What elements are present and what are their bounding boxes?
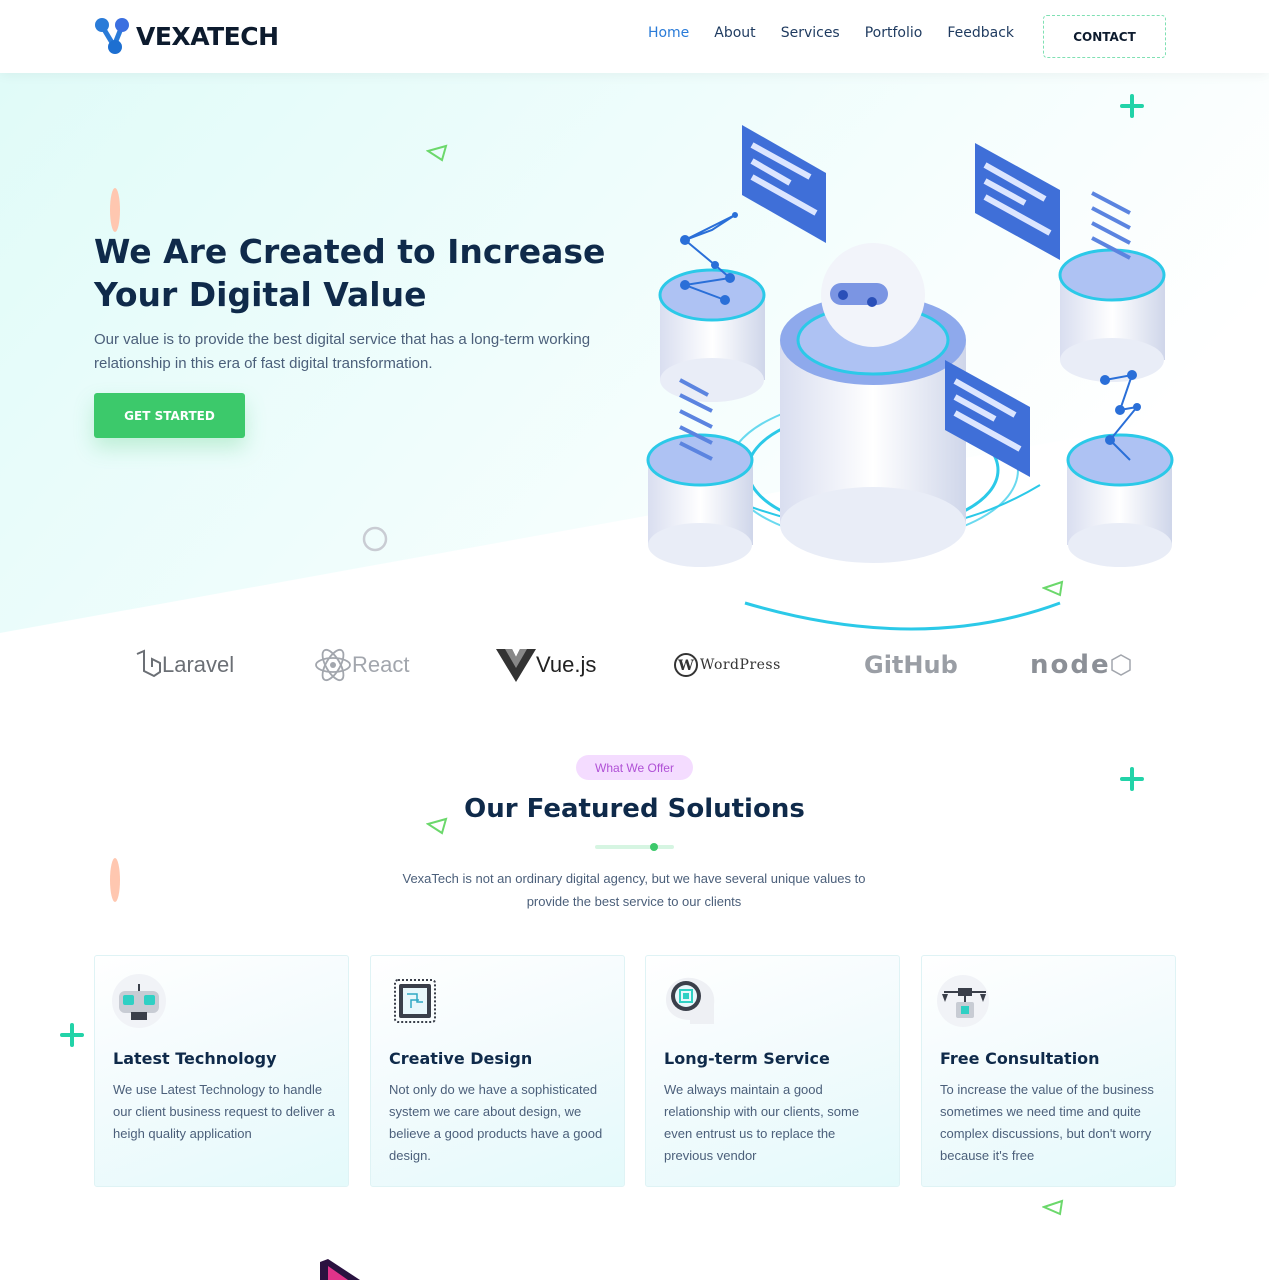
next-section-illustration [320, 1259, 360, 1280]
pill-decoration-icon [110, 858, 120, 902]
card-title: Latest Technology [113, 1049, 277, 1068]
plus-decoration-icon [1120, 767, 1144, 791]
card-title: Free Consultation [940, 1049, 1100, 1068]
brand-wordpress: W WordPress [674, 640, 781, 690]
brand-laravel: Laravel [134, 640, 234, 690]
brand-vue: Vue.js [496, 640, 596, 690]
card-title: Creative Design [389, 1049, 533, 1068]
section-description: VexaTech is not an ordinary digital agen… [402, 871, 866, 909]
card-text: We always maintain a good relationship w… [664, 1082, 860, 1163]
vue-icon [496, 649, 536, 682]
section-badge: What We Offer [576, 755, 693, 780]
hero-description: Our value is to provide the best digital… [94, 331, 591, 372]
wordpress-icon: W [674, 653, 698, 677]
logo-mark-icon [95, 18, 129, 54]
brand-github: GitHub [864, 651, 958, 679]
card-title: Long-term Service [664, 1049, 830, 1068]
robot-icon [112, 974, 166, 1028]
title-divider [595, 845, 674, 849]
brand-react: React [314, 640, 409, 690]
nav-portfolio[interactable]: Portfolio [865, 25, 923, 41]
feature-card-creative-design[interactable]: Creative Design Not only do we have a so… [370, 955, 625, 1187]
triangle-decoration-icon [426, 144, 448, 162]
svg-text:W: W [677, 658, 694, 674]
section-title: Our Featured Solutions [464, 794, 805, 824]
nav-services[interactable]: Services [781, 25, 840, 41]
plus-decoration-icon [60, 1023, 84, 1047]
feature-card-long-term-service[interactable]: Long-term Service We always maintain a g… [645, 955, 900, 1187]
nav-about[interactable]: About [714, 25, 755, 41]
nav-home[interactable]: Home [648, 25, 689, 41]
card-text: To increase the value of the business so… [940, 1082, 1154, 1163]
brand-node: node [1030, 640, 1131, 690]
card-text: We use Latest Technology to handle our c… [113, 1082, 335, 1141]
nav-feedback[interactable]: Feedback [947, 25, 1014, 41]
pill-decoration-icon [110, 188, 120, 232]
chip-icon [394, 979, 436, 1023]
logo[interactable]: VEXATECH [94, 16, 279, 56]
nodejs-hex-icon [1110, 654, 1131, 676]
site-header: VEXATECH Home About Services Portfolio F… [0, 0, 1269, 73]
isometric-server-illustration [646, 125, 1174, 631]
drone-icon [937, 975, 989, 1027]
card-text: Not only do we have a sophisticated syst… [389, 1082, 603, 1163]
circle-decoration-icon [362, 526, 388, 552]
divider-dot [650, 843, 658, 851]
triangle-decoration-icon [1042, 1199, 1064, 1216]
feature-card-free-consultation[interactable]: Free Consultation To increase the value … [921, 955, 1176, 1187]
laravel-icon [136, 649, 161, 678]
contact-button[interactable]: CONTACT [1043, 15, 1166, 58]
brain-chip-icon [666, 977, 715, 1024]
hero-title: We Are Created to Increase Your Digital … [94, 232, 606, 314]
logo-text: VEXATECH [136, 21, 279, 51]
main-nav: Home About Services Portfolio Feedback [623, 25, 1014, 41]
get-started-button[interactable]: GET STARTED [94, 393, 245, 438]
react-icon [315, 648, 351, 682]
feature-card-latest-technology[interactable]: Latest Technology We use Latest Technolo… [94, 955, 349, 1187]
brand-logos: Laravel React Vue.js W WordPress GitHub … [94, 640, 1174, 700]
